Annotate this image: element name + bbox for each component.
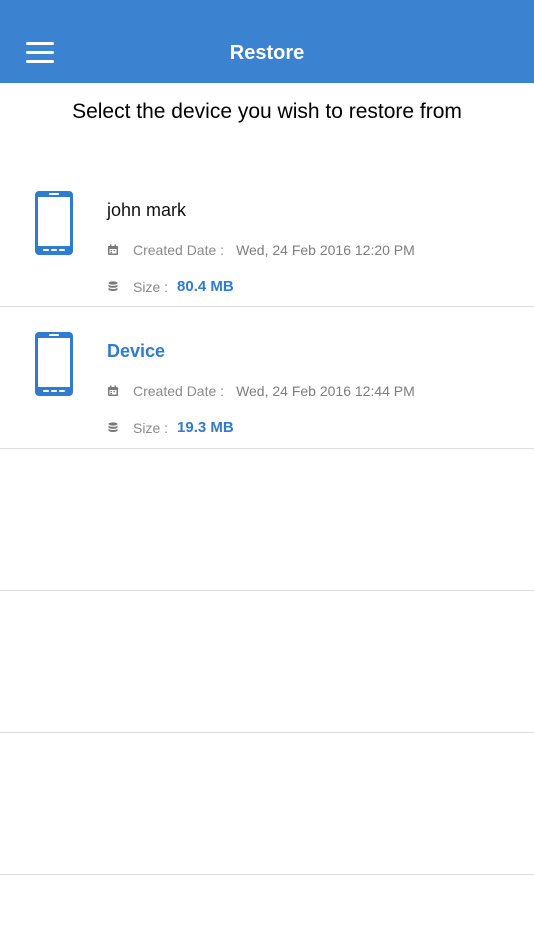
- size-row: Size : 19.3 MB: [107, 419, 234, 436]
- device-list: john mark Created Date : Wed, 24 Feb 201…: [0, 166, 534, 875]
- database-icon: [108, 280, 118, 291]
- size-value: 19.3 MB: [177, 419, 234, 436]
- created-date-row: Created Date : Wed, 24 Feb 2016 12:20 PM: [107, 242, 415, 258]
- calendar-icon: [108, 385, 118, 396]
- created-date-label: Created Date :: [133, 383, 225, 399]
- device-name: Device: [107, 341, 166, 361]
- created-date-label: Created Date :: [133, 242, 225, 258]
- page-title: Restore: [229, 42, 305, 64]
- size-value: 80.4 MB: [177, 278, 234, 295]
- phone-icon: [35, 191, 73, 255]
- created-date-value: Wed, 24 Feb 2016 12:44 PM: [236, 383, 415, 399]
- device-row[interactable]: john mark Created Date : Wed, 24 Feb 201…: [0, 166, 534, 307]
- restore-screen: Restore Select the device you wish to re…: [0, 0, 534, 950]
- created-date-row: Created Date : Wed, 24 Feb 2016 12:44 PM: [107, 383, 415, 399]
- empty-row: [0, 591, 534, 733]
- empty-row: [0, 733, 534, 875]
- created-date-value: Wed, 24 Feb 2016 12:20 PM: [236, 242, 415, 258]
- size-label: Size :: [133, 278, 169, 295]
- instruction-text: Select the device you wish to restore fr…: [72, 100, 462, 123]
- size-label: Size :: [133, 419, 169, 436]
- size-row: Size : 80.4 MB: [107, 278, 234, 295]
- phone-icon: [35, 332, 73, 396]
- calendar-icon: [108, 244, 118, 255]
- device-name: john mark: [107, 200, 187, 220]
- device-row[interactable]: Device Created Date : Wed, 24 Feb 2016 1…: [0, 307, 534, 449]
- database-icon: [108, 421, 118, 432]
- empty-row: [0, 449, 534, 591]
- top-bar: Restore: [0, 0, 534, 83]
